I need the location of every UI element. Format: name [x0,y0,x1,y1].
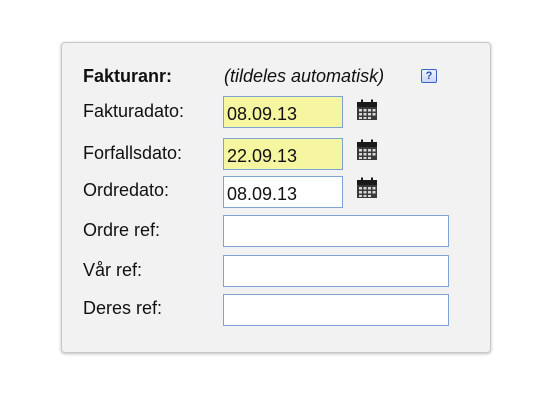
invoice-date-label: Fakturadato: [83,101,185,121]
invoice-date-field[interactable] [223,96,343,128]
calendar-icon[interactable] [356,177,378,199]
calendar-icon[interactable] [356,139,378,161]
help-icon[interactable]: ? [421,69,437,83]
invoice-number-auto-note: (tildeles automatisk) [224,66,385,86]
order-date-label: Ordredato: [83,180,170,200]
invoice-number-label: Fakturanr: [83,66,173,86]
due-date-label: Forfallsdato: [83,143,183,163]
calendar-icon[interactable] [356,99,378,121]
order-ref-label: Ordre ref: [83,220,161,240]
our-ref-field[interactable] [223,255,449,287]
our-ref-label: Vår ref: [83,260,143,280]
their-ref-field[interactable] [223,294,449,326]
invoice-details-panel: Fakturanr: (tildeles automatisk) ? Faktu… [61,42,491,353]
order-date-field[interactable] [223,176,343,208]
their-ref-label: Deres ref: [83,298,163,318]
due-date-field[interactable] [223,138,343,170]
order-ref-field[interactable] [223,215,449,247]
